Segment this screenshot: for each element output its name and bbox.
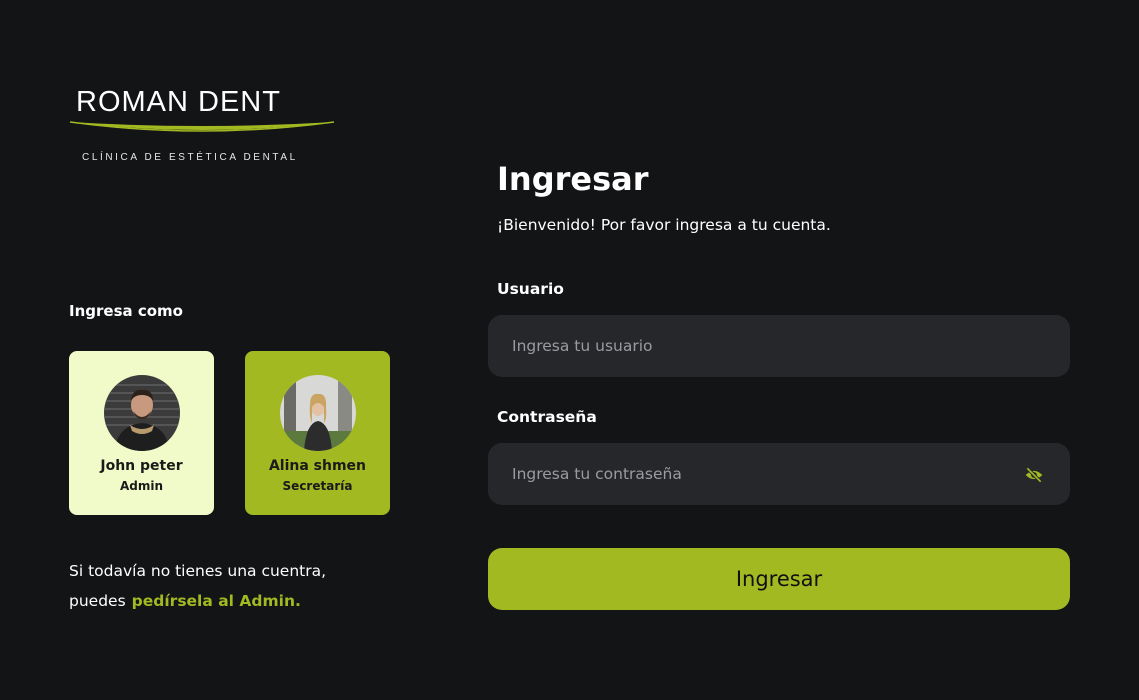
logo-swoosh [69,121,335,132]
signup-line-1: Si todavía no tienes una cuentra, [69,562,327,580]
logo-name: ROMAN DENT [76,86,281,118]
signup-line-2: puedes pedírsela al Admin. [69,586,409,616]
role-card-admin[interactable]: John peter Admin [69,351,214,515]
avatar [103,375,180,451]
page-subtitle: ¡Bienvenido! Por favor ingresa a tu cuen… [497,216,831,234]
role-card-secretary[interactable]: Alina shmen Secretaría [245,351,390,515]
username-field-wrapper [488,315,1070,377]
username-input[interactable] [488,315,1070,377]
role-label: Admin [119,479,164,493]
role-name: Alina shmen [268,458,367,474]
login-page: ROMAN DENT CLÍNICA DE ESTÉTICA DENTAL In… [0,0,1139,700]
ask-admin-link[interactable]: pedírsela al Admin. [132,592,301,610]
role-name: John peter [100,458,183,474]
page-title: Ingresar [497,160,649,198]
password-label: Contraseña [497,408,597,426]
username-label: Usuario [497,280,564,298]
logo: ROMAN DENT CLÍNICA DE ESTÉTICA DENTAL [68,86,336,166]
role-label: Secretaría [282,479,353,493]
password-input[interactable] [488,443,1070,505]
login-button[interactable]: Ingresar [488,548,1070,610]
role-select-title: Ingresa como [69,302,183,320]
signup-note: Si todavía no tienes una cuentra, puedes… [69,556,409,616]
avatar [279,375,356,451]
logo-tagline: CLÍNICA DE ESTÉTICA DENTAL [82,152,298,163]
signup-prefix: puedes [69,592,126,610]
eye-off-icon[interactable] [1024,465,1044,485]
password-field-wrapper [488,443,1070,505]
